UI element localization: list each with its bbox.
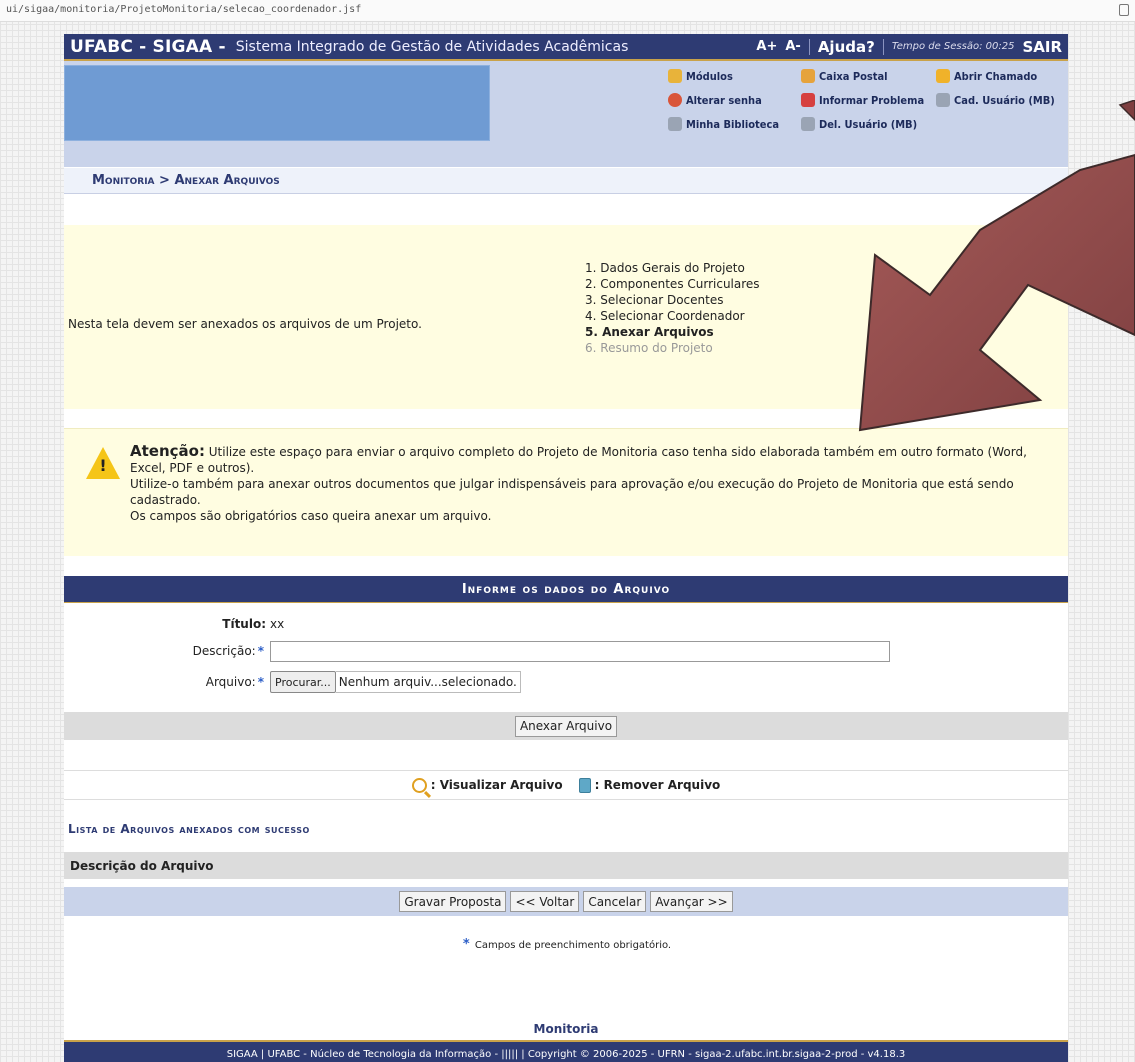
selected-file-name: Nenhum arquiv...selecionado. [335, 671, 521, 693]
required-note-text: Campos de preenchimento obrigatório. [474, 940, 672, 951]
titulo-value: xx [270, 617, 285, 631]
next-button[interactable]: Avançar >> [650, 891, 733, 912]
warning-icon-mark: ! [99, 456, 107, 475]
cancel-button[interactable]: Cancelar [583, 891, 647, 912]
required-note: * Campos de preenchimento obrigatório. [64, 937, 1068, 952]
back-button[interactable]: << Voltar [510, 891, 580, 912]
wizard-nav-bar: Gravar Proposta << Voltar Cancelar Avanç… [64, 887, 1068, 916]
font-increase-button[interactable]: A+ [756, 39, 777, 54]
problem-icon [801, 93, 815, 107]
menu-label: Módulos [686, 69, 733, 83]
system-name: Sistema Integrado de Gestão de Atividade… [235, 38, 629, 55]
step-item: 3. Selecionar Docentes [585, 293, 724, 307]
top-bar: UFABC - SIGAA - Sistema Integrado de Ges… [64, 34, 1068, 61]
step-item-current: 5. Anexar Arquivos [585, 325, 714, 339]
intro-panel: Nesta tela devem ser anexados os arquivo… [64, 225, 1068, 409]
save-proposal-button[interactable]: Gravar Proposta [399, 891, 507, 912]
megaphone-icon [936, 69, 950, 83]
divider [808, 38, 810, 55]
footer-module: Monitoria [533, 1022, 599, 1036]
session-timer: Tempo de Sessão: 00:25 [891, 41, 1015, 52]
warning-line-1: Utilize este espaço para enviar o arquiv… [130, 445, 1027, 475]
titulo-label: Título: [64, 617, 270, 631]
legend-remove: : Remover Arquivo [578, 777, 721, 793]
warning-line-2: Utilize-o também para anexar outros docu… [130, 477, 1014, 507]
step-item: 2. Componentes Curriculares [585, 277, 760, 291]
attached-files-header: Descrição do Arquivo [64, 852, 1068, 879]
arquivo-label-text: Arquivo: [205, 675, 256, 689]
warning-lead: Atenção: [130, 442, 205, 460]
breadcrumb: Monitoria > Anexar Arquivos [64, 167, 1068, 194]
help-link[interactable]: Ajuda? [818, 38, 875, 56]
descricao-label: Descrição: * [64, 644, 270, 658]
menu-alterar-senha[interactable]: Alterar senha [668, 93, 762, 107]
required-star-icon: * [257, 644, 264, 658]
arquivo-label: Arquivo: * [64, 675, 270, 689]
attach-file-button[interactable]: Anexar Arquivo [514, 715, 618, 737]
warning-panel: ! Atenção: Utilize este espaço para envi… [64, 428, 1068, 556]
attach-bar: Anexar Arquivo [64, 712, 1068, 740]
warning-text: Atenção: Utilize este espaço para enviar… [130, 443, 1058, 524]
top-right-controls: A+ A- Ajuda? Tempo de Sessão: 00:25 SAIR [756, 38, 1062, 56]
menu-modulos[interactable]: Módulos [668, 69, 733, 83]
book-icon [936, 93, 950, 107]
descricao-input[interactable] [270, 640, 890, 662]
mailbox-icon [801, 69, 815, 83]
url-text: ui/sigaa/monitoria/ProjetoMonitoria/sele… [6, 4, 362, 15]
browse-file-button[interactable]: Procurar... [270, 671, 336, 693]
step-item: 4. Selecionar Coordenador [585, 309, 745, 323]
menu-label: Caixa Postal [819, 69, 888, 83]
arquivo-row: Arquivo: * Procurar... Nenhum arquiv...se… [64, 670, 1068, 694]
step-item-pending: 6. Resumo do Projeto [585, 341, 713, 355]
menu-del-usuario[interactable]: Del. Usuário (MB) [801, 117, 917, 131]
required-star-icon: * [462, 937, 470, 952]
user-info-panel [64, 65, 490, 141]
menu-label: Cad. Usuário (MB) [954, 93, 1055, 107]
attached-files-title: Lista de Arquivos anexados com sucesso [68, 822, 310, 836]
menu-cad-usuario[interactable]: Cad. Usuário (MB) [936, 93, 1055, 107]
icon-legend: : Visualizar Arquivo : Remover Arquivo [64, 770, 1068, 800]
page-icon [1119, 4, 1129, 16]
menu-caixa-postal[interactable]: Caixa Postal [801, 69, 888, 83]
menu-abrir-chamado[interactable]: Abrir Chamado [936, 69, 1037, 83]
required-star-icon: * [257, 675, 264, 689]
header-area: Módulos Caixa Postal Abrir Chamado Alter… [64, 61, 1068, 167]
menu-label: Minha Biblioteca [686, 117, 780, 131]
divider [882, 38, 884, 55]
sigaa-page: UFABC - SIGAA - Sistema Integrado de Ges… [64, 34, 1068, 1062]
legend-view-text: : Visualizar Arquivo [430, 778, 563, 792]
titulo-row: Título: xx [64, 612, 1068, 636]
titulo-label-text: Título: [222, 617, 266, 631]
book-icon [801, 117, 815, 131]
wizard-steps: 1. Dados Gerais do Projeto 2. Componente… [585, 260, 760, 356]
menu-label: Alterar senha [686, 93, 762, 107]
legend-remove-text: : Remover Arquivo [594, 778, 721, 792]
address-bar[interactable]: ui/sigaa/monitoria/ProjetoMonitoria/sele… [0, 0, 1135, 22]
menu-minha-biblioteca[interactable]: Minha Biblioteca [668, 117, 779, 131]
menu-informar-problema[interactable]: Informar Problema [801, 93, 924, 107]
font-decrease-button[interactable]: A- [785, 39, 800, 54]
descricao-label-text: Descrição: [192, 644, 256, 658]
footer: SIGAA | UFABC - Núcleo de Tecnologia da … [64, 1040, 1068, 1062]
user-key-icon [668, 93, 682, 107]
step-item: 1. Dados Gerais do Projeto [585, 261, 745, 275]
menu-label: Abrir Chamado [954, 69, 1038, 83]
brand-title: UFABC - SIGAA - [70, 36, 226, 57]
warning-line-3: Os campos são obrigatórios caso queira a… [130, 509, 492, 523]
library-icon [668, 117, 682, 131]
modules-icon [668, 69, 682, 83]
menu-label: Del. Usuário (MB) [819, 117, 918, 131]
intro-text: Nesta tela devem ser anexados os arquivo… [68, 317, 422, 331]
logout-button[interactable]: SAIR [1022, 38, 1062, 56]
form-header: Informe os dados do Arquivo [64, 576, 1068, 603]
legend-view: : Visualizar Arquivo [411, 777, 563, 793]
menu-label: Informar Problema [819, 93, 925, 107]
magnifier-icon [411, 777, 427, 793]
trash-icon [578, 777, 591, 793]
descricao-row: Descrição: * [64, 639, 1068, 663]
